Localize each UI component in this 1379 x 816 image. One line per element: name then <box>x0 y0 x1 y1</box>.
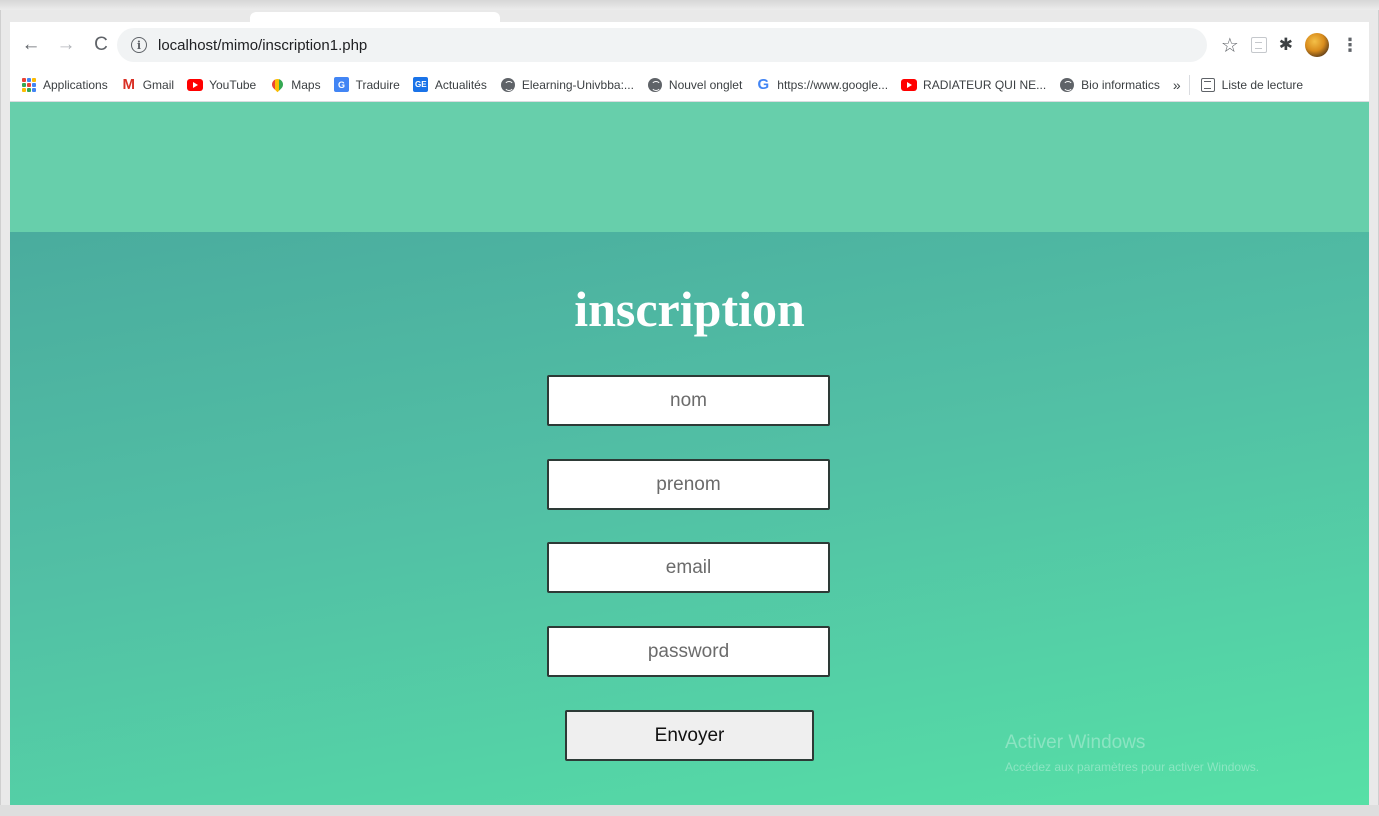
nom-field[interactable] <box>547 375 830 426</box>
page-header-band <box>10 102 1369 232</box>
bookmark-label: YouTube <box>209 77 257 92</box>
forward-arrow-icon[interactable]: → <box>53 32 79 58</box>
news-icon: GE <box>413 77 429 93</box>
toolbar-actions: ☆ ✱ ⋮ <box>1221 22 1359 68</box>
email-field[interactable] <box>547 542 830 593</box>
reading-list-button[interactable]: Liste de lecture <box>1200 77 1303 93</box>
form-title: inscription <box>574 281 805 337</box>
translate-icon: G <box>334 77 350 93</box>
maps-icon <box>269 76 285 93</box>
window-bottom-border <box>0 805 1379 816</box>
navigation-buttons: ← → C <box>18 32 114 58</box>
bookmark-label: Applications <box>43 77 108 92</box>
active-tab[interactable] <box>250 12 500 22</box>
globe-icon <box>647 77 663 93</box>
windows-activation-watermark: Activer Windows Accédez aux paramètres p… <box>1005 732 1259 774</box>
bookmark-label: https://www.google... <box>777 77 889 92</box>
bookmark-star-icon[interactable]: ☆ <box>1221 33 1239 58</box>
bookmark-label: Gmail <box>142 77 175 92</box>
gmail-icon: M <box>122 76 135 93</box>
browser-menu-icon[interactable]: ⋮ <box>1341 35 1359 56</box>
bookmarks-bar: Applications M Gmail YouTube Maps G Trad… <box>10 68 1369 102</box>
bookmark-maps[interactable]: Maps <box>269 76 321 93</box>
bookmark-bio-informatics[interactable]: Bio informatics <box>1059 77 1160 93</box>
more-bookmarks-chevron-icon[interactable]: » <box>1173 77 1181 93</box>
registration-section: inscription Envoyer Activer Windows Accé… <box>10 232 1369 805</box>
watermark-subtitle: Accédez aux paramètres pour activer Wind… <box>1005 760 1260 774</box>
bookmark-nouvel-onglet[interactable]: Nouvel onglet <box>647 77 742 93</box>
bookmark-google[interactable]: G https://www.google... <box>755 76 889 93</box>
youtube-icon <box>901 77 918 93</box>
bookmarks-divider <box>1188 74 1190 95</box>
reload-icon[interactable]: C <box>88 32 114 58</box>
tab-strip <box>0 0 1379 10</box>
bookmark-radiateur[interactable]: RADIATEUR QUI NE... <box>901 77 1046 93</box>
google-icon: G <box>757 76 770 93</box>
bookmark-gmail[interactable]: M Gmail <box>121 76 175 93</box>
bookmark-label: RADIATEUR QUI NE... <box>923 77 1047 92</box>
reading-list-label: Liste de lecture <box>1221 77 1304 92</box>
back-arrow-icon[interactable]: ← <box>18 32 44 58</box>
bookmark-label: Maps <box>291 77 321 92</box>
reading-list-icon <box>1200 77 1216 93</box>
bookmark-traduire[interactable]: G Traduire <box>334 77 400 93</box>
watermark-title: Activer Windows <box>1005 732 1146 753</box>
globe-icon <box>500 77 516 93</box>
bookmark-label: Traduire <box>355 77 400 92</box>
bookmark-label: Bio informatics <box>1081 77 1160 92</box>
youtube-icon <box>187 77 204 93</box>
address-bar[interactable]: i localhost/mimo/inscription1.php <box>117 28 1207 62</box>
bookmark-actualites[interactable]: GE Actualités <box>413 77 487 93</box>
bookmark-label: Elearning-Univbba:... <box>521 77 634 92</box>
bookmark-label: Nouvel onglet <box>668 77 743 92</box>
password-field[interactable] <box>547 626 830 677</box>
prenom-field[interactable] <box>547 459 830 510</box>
page-content: inscription Envoyer Activer Windows Accé… <box>10 102 1369 805</box>
url-text[interactable]: localhost/mimo/inscription1.php <box>158 37 367 54</box>
bookmark-youtube[interactable]: YouTube <box>187 77 256 93</box>
bookmark-applications[interactable]: Applications <box>21 77 108 93</box>
site-info-icon[interactable]: i <box>131 37 147 53</box>
bookmark-label: Actualités <box>434 77 487 92</box>
bookmark-elearning[interactable]: Elearning-Univbba:... <box>500 77 634 93</box>
profile-avatar-icon[interactable] <box>1305 33 1329 57</box>
apps-grid-icon <box>21 77 37 93</box>
browser-toolbar: ← → C i localhost/mimo/inscription1.php … <box>10 22 1369 68</box>
extensions-puzzle-icon[interactable]: ✱ <box>1279 35 1293 55</box>
browser-window: ← → C i localhost/mimo/inscription1.php … <box>0 0 1379 816</box>
extension-icon[interactable] <box>1250 37 1267 53</box>
globe-icon <box>1059 77 1075 93</box>
envoyer-button[interactable]: Envoyer <box>565 710 814 761</box>
